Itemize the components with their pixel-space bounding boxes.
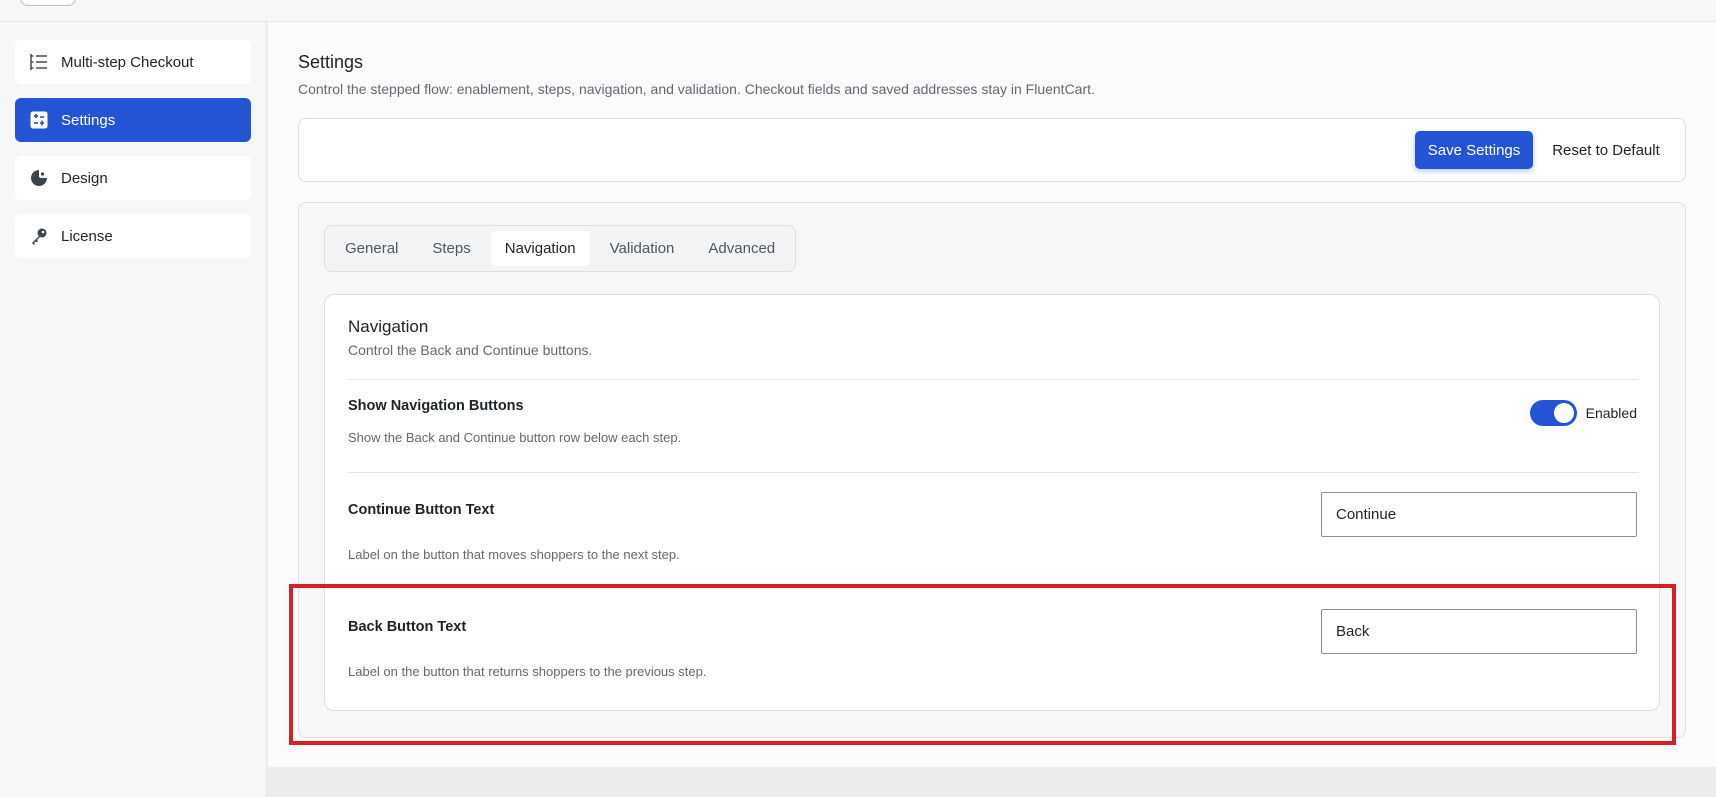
actions-bar: Save Settings Reset to Default <box>298 118 1686 182</box>
top-bar <box>0 0 1716 22</box>
save-settings-button[interactable]: Save Settings <box>1415 131 1533 169</box>
sidebar-item-label: Multi-step Checkout <box>61 53 194 71</box>
top-bar-control[interactable] <box>20 0 76 6</box>
sidebar-item-design[interactable]: Design <box>15 156 251 200</box>
toggle-knob <box>1553 403 1574 423</box>
divider <box>348 472 1638 473</box>
footer-strip <box>268 767 1716 797</box>
app-root: Multi-step Checkout Settings Design Lice… <box>0 0 1716 797</box>
sidebar-item-label: Design <box>61 169 108 187</box>
sidebar-item-license[interactable]: License <box>15 214 251 258</box>
show-navigation-toggle[interactable] <box>1529 400 1577 426</box>
show-navigation-help: Show the Back and Continue button row be… <box>348 430 682 445</box>
settings-panel: General Steps Navigation Validation Adva… <box>298 202 1686 738</box>
toggle-status: Enabled <box>1585 405 1637 421</box>
section-title: Navigation <box>348 317 429 336</box>
sidebar-item-multi-step-checkout[interactable]: Multi-step Checkout <box>15 40 251 84</box>
sidebar-item-label: License <box>61 227 113 245</box>
reset-to-default-button[interactable]: Reset to Default <box>1541 131 1671 169</box>
page-description: Control the stepped flow: enablement, st… <box>298 81 1095 97</box>
page-title: Settings <box>298 52 364 72</box>
main-content: Settings Control the stepped flow: enabl… <box>268 22 1716 767</box>
back-button-text-input[interactable] <box>1321 609 1637 654</box>
continue-button-text-label: Continue Button Text <box>348 502 495 518</box>
tab-bar: General Steps Navigation Validation Adva… <box>324 225 797 272</box>
back-button-text-label: Back Button Text <box>348 619 467 635</box>
settings-panel-icon <box>29 110 49 130</box>
tab-validation[interactable]: Validation <box>596 231 689 266</box>
show-navigation-label: Show Navigation Buttons <box>348 398 524 414</box>
tab-advanced[interactable]: Advanced <box>694 231 789 266</box>
section-description: Control the Back and Continue buttons. <box>348 342 593 358</box>
list-icon <box>29 52 49 72</box>
back-button-text-help: Label on the button that returns shopper… <box>348 664 707 679</box>
sidebar: Multi-step Checkout Settings Design Lice… <box>0 22 267 797</box>
palette-icon <box>29 168 49 188</box>
continue-button-text-help: Label on the button that moves shoppers … <box>348 547 680 562</box>
show-navigation-toggle-group: Enabled <box>1529 400 1637 426</box>
divider <box>348 379 1638 380</box>
tab-steps[interactable]: Steps <box>418 231 484 266</box>
tab-general[interactable]: General <box>331 231 412 266</box>
navigation-section: Navigation Control the Back and Continue… <box>324 294 1660 711</box>
sidebar-item-label: Settings <box>61 111 116 129</box>
sidebar-item-settings[interactable]: Settings <box>15 98 251 142</box>
tab-navigation[interactable]: Navigation <box>490 231 590 266</box>
continue-button-text-input[interactable] <box>1321 492 1637 537</box>
key-icon <box>29 226 49 246</box>
